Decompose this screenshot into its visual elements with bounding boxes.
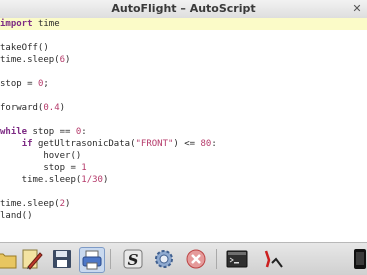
edit-script-button[interactable]: [20, 247, 44, 271]
code-line-17: land(): [0, 211, 33, 221]
code-line-8: forward(0.4): [0, 102, 65, 114]
code-line-16: time.sleep(2): [0, 198, 70, 210]
code-number: 80: [200, 139, 212, 149]
drone-button[interactable]: [262, 247, 286, 271]
code-line-12: hover(): [0, 151, 82, 161]
save-script-button[interactable]: [50, 247, 74, 271]
close-button[interactable]: ✕: [350, 2, 364, 16]
toolbar-separator: [216, 249, 217, 269]
code-text: :: [81, 127, 87, 137]
code-text: time.sleep(: [0, 55, 60, 65]
phone-icon: [354, 249, 366, 269]
code-text: forward(: [0, 103, 44, 113]
code-text: ;: [43, 79, 49, 89]
code-text: stop ==: [27, 127, 76, 137]
code-line-10: while stop == 0:: [0, 126, 87, 138]
pencil-icon: [22, 249, 43, 270]
code-string: "FRONT": [135, 139, 174, 149]
code-number: 1/30: [81, 175, 103, 185]
toolbar-separator: [110, 249, 111, 269]
bottom-toolbar: S: [0, 242, 367, 275]
code-text: ): [102, 175, 109, 185]
settings-button[interactable]: [152, 247, 176, 271]
code-number: 1: [81, 163, 87, 173]
code-line-3: takeOff(): [0, 43, 49, 53]
code-text: getUltrasonicData(: [32, 139, 136, 149]
code-number: 0.4: [43, 103, 60, 113]
svg-text:S: S: [128, 251, 139, 269]
code-text: time.sleep(: [0, 199, 60, 209]
code-text: stop =: [0, 163, 82, 173]
code-text: stop =: [0, 79, 38, 89]
code-keyword: import: [0, 19, 33, 29]
code-text: time: [37, 19, 60, 29]
printer-icon: [82, 250, 102, 270]
close-icon: ✕: [352, 2, 362, 15]
code-text: ): [65, 199, 71, 209]
code-text: ): [65, 55, 71, 65]
phone-button[interactable]: [348, 247, 367, 271]
code-line-14: time.sleep(1/30): [0, 174, 109, 186]
code-line-1: import time: [0, 18, 367, 30]
folder-icon: [0, 253, 17, 269]
terminal-icon: [226, 250, 248, 268]
title-bar: AutoFlight – AutoScript ✕: [0, 0, 367, 19]
code-text: ): [59, 103, 66, 113]
script-s-icon: S: [123, 249, 143, 269]
floppy-icon: [53, 250, 71, 268]
window-title: AutoFlight – AutoScript: [111, 2, 256, 15]
print-script-button[interactable]: [79, 247, 105, 273]
syntax-check-button[interactable]: S: [121, 247, 145, 271]
code-line-11: if getUltrasonicData("FRONT") <= 80:: [0, 138, 217, 150]
code-line-6: stop = 0;: [0, 78, 49, 90]
cancel-icon: [186, 249, 206, 269]
stop-script-button[interactable]: [184, 247, 208, 271]
code-line-13: stop = 1: [0, 162, 87, 174]
open-script-button[interactable]: [0, 247, 18, 271]
console-button[interactable]: [225, 247, 249, 271]
code-text: :: [211, 139, 217, 149]
code-keyword: if: [21, 139, 33, 149]
code-text: time.sleep(: [0, 175, 82, 185]
code-editor[interactable]: import time takeOff() time.sleep(6) stop…: [0, 18, 367, 242]
drone-icon: [264, 250, 283, 268]
code-keyword: while: [0, 127, 28, 137]
gear-icon: [155, 250, 173, 268]
code-line-4: time.sleep(6): [0, 54, 70, 66]
code-text: ) <=: [173, 139, 201, 149]
